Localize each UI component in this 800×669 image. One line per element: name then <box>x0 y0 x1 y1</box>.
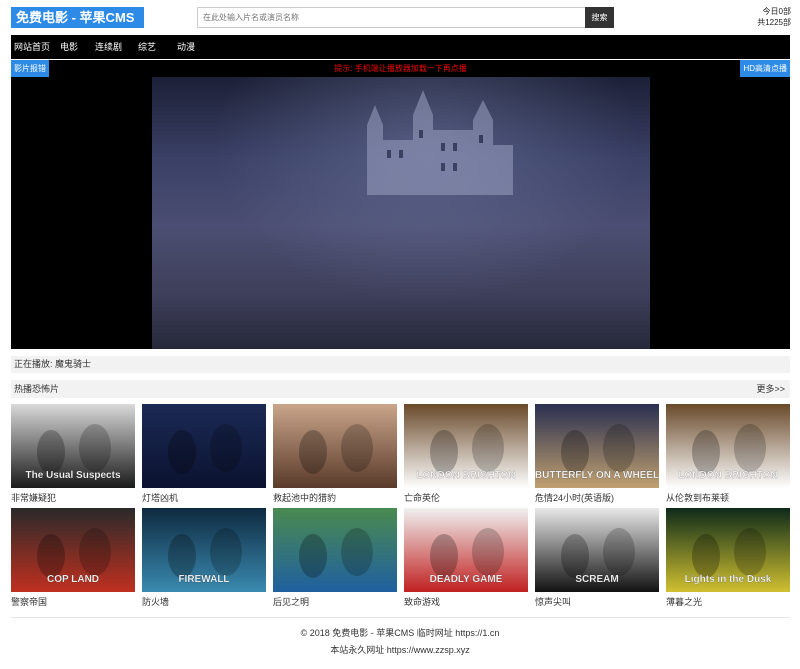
movie-card[interactable]: 灯塔凶机 <box>142 404 266 505</box>
movie-poster[interactable]: DEADLY GAME <box>404 508 528 592</box>
today-count: 今日0部 <box>762 7 791 16</box>
nav-item-series[interactable]: 连续剧 <box>95 35 122 59</box>
footer-divider <box>11 617 790 618</box>
movie-card[interactable]: COP LAND 警察帝国 <box>11 508 135 609</box>
movie-card[interactable]: SCREAM 惊声尖叫 <box>535 508 659 609</box>
poster-text: SCREAM <box>575 574 618 585</box>
movie-title[interactable]: 薄暮之光 <box>666 595 790 609</box>
more-link[interactable]: 更多>> <box>756 380 785 398</box>
now-playing: 正在播放: 魔鬼骑士 <box>11 356 790 373</box>
video-player[interactable] <box>11 77 790 349</box>
movie-poster[interactable] <box>273 404 397 488</box>
movie-card[interactable]: The Usual Suspects 非常嫌疑犯 <box>11 404 135 505</box>
movie-card[interactable]: DEADLY GAME 致命游戏 <box>404 508 528 609</box>
castle-silhouette-icon <box>367 90 513 195</box>
movie-title[interactable]: 惊声尖叫 <box>535 595 659 609</box>
movie-poster[interactable]: The Usual Suspects <box>11 404 135 488</box>
movie-card[interactable]: BUTTERFLY ON A WHEEL 危情24小时(英语版) <box>535 404 659 505</box>
movie-poster[interactable]: FIREWALL <box>142 508 266 592</box>
player-tip: 提示: 手机端让播放器加载一下再点播 <box>334 64 467 73</box>
movie-card[interactable]: 后见之明 <box>273 508 397 609</box>
movie-title[interactable]: 从伦敦到布莱顿 <box>666 491 790 505</box>
poster-text: LONDON BRIGHTON <box>678 470 777 481</box>
poster-text: FIREWALL <box>178 574 229 585</box>
footer-copyright: © 2018 免费电影 - 苹果CMS 临时网址 https://1.cn <box>300 628 500 638</box>
section-title: 热播恐怖片 <box>14 384 60 394</box>
poster-text: LONDON BRIGHTON <box>416 470 515 481</box>
movie-counts: 今日0部 共1225部 <box>757 6 791 28</box>
movie-poster[interactable]: LONDON BRIGHTON <box>404 404 528 488</box>
movie-title[interactable]: 致命游戏 <box>404 595 528 609</box>
movie-title[interactable]: 亡命英伦 <box>404 491 528 505</box>
site-logo[interactable]: 免费电影 - 苹果CMS <box>11 7 144 28</box>
search-input[interactable] <box>197 7 585 28</box>
poster-text: Lights in the Dusk <box>685 574 772 585</box>
poster-text: The Usual Suspects <box>25 470 120 481</box>
movie-poster[interactable]: SCREAM <box>535 508 659 592</box>
movie-card[interactable]: FIREWALL 防火墙 <box>142 508 266 609</box>
movie-title[interactable]: 后见之明 <box>273 595 397 609</box>
movie-poster[interactable] <box>142 404 266 488</box>
movie-poster[interactable]: BUTTERFLY ON A WHEEL <box>535 404 659 488</box>
movie-title[interactable]: 救起池中的猎豹 <box>273 491 397 505</box>
total-count: 共1225部 <box>757 18 791 27</box>
poster-text: BUTTERFLY ON A WHEEL <box>535 470 659 481</box>
movie-title[interactable]: 警察帝国 <box>11 595 135 609</box>
search-button[interactable]: 搜索 <box>585 7 614 28</box>
movie-poster[interactable]: Lights in the Dusk <box>666 508 790 592</box>
section-header: 热播恐怖片 更多>> <box>11 380 790 398</box>
site-header: 免费电影 - 苹果CMS 搜索 今日0部 共1225部 <box>0 0 800 34</box>
video-frame[interactable] <box>152 77 650 349</box>
movie-title[interactable]: 危情24小时(英语版) <box>535 491 659 505</box>
nav-item-variety[interactable]: 综艺 <box>138 35 156 59</box>
movie-card[interactable]: LONDON BRIGHTON 从伦敦到布莱顿 <box>666 404 790 505</box>
nav-item-movies[interactable]: 电影 <box>60 35 78 59</box>
movie-title[interactable]: 非常嫌疑犯 <box>11 491 135 505</box>
poster-text: DEADLY GAME <box>430 574 503 585</box>
movie-title[interactable]: 灯塔凶机 <box>142 491 266 505</box>
report-error-button[interactable]: 影片报错 <box>11 60 49 77</box>
player-toolbar: 提示: 手机端让播放器加载一下再点播 影片报错 HD高清点播 <box>11 60 790 77</box>
movie-card[interactable]: LONDON BRIGHTON 亡命英伦 <box>404 404 528 505</box>
nav-item-home[interactable]: 网站首页 <box>14 35 50 59</box>
movie-poster[interactable] <box>273 508 397 592</box>
nav-item-anime[interactable]: 动漫 <box>177 35 195 59</box>
movie-poster[interactable]: LONDON BRIGHTON <box>666 404 790 488</box>
poster-text: COP LAND <box>47 574 99 585</box>
movie-poster[interactable]: COP LAND <box>11 508 135 592</box>
main-nav: 网站首页 电影 连续剧 综艺 动漫 <box>11 35 790 59</box>
footer-permanent-url: 本站永久网址 https://www.zzsp.xyz <box>330 645 470 655</box>
movie-card[interactable]: Lights in the Dusk 薄暮之光 <box>666 508 790 609</box>
movie-title[interactable]: 防火墙 <box>142 595 266 609</box>
hd-play-button[interactable]: HD高清点播 <box>740 60 790 77</box>
movie-card[interactable]: 救起池中的猎豹 <box>273 404 397 505</box>
